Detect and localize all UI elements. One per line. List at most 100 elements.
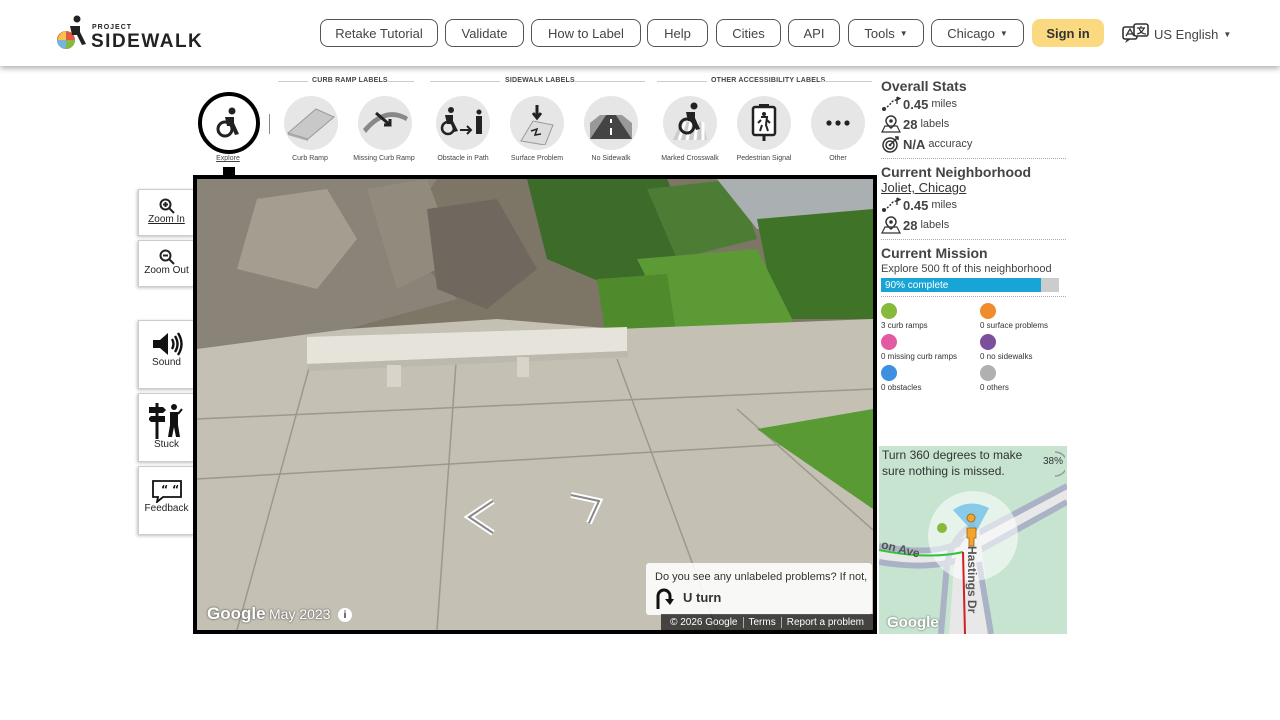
category-curb-ramp: CURB RAMP LABELS (312, 77, 388, 84)
tool-marked-crosswalk-label: Marked Crosswalk (661, 155, 719, 162)
tool-curb-ramp[interactable] (284, 96, 338, 150)
sign-in-button[interactable]: Sign in (1032, 19, 1104, 47)
logo-small-text: PROJECT (92, 24, 133, 31)
tool-marked-crosswalk[interactable] (663, 96, 717, 150)
tool-no-sidewalk[interactable] (584, 96, 638, 150)
minimap-prompt: Turn 360 degrees to make sure nothing is… (882, 448, 1023, 478)
sound-button[interactable]: Sound (138, 320, 194, 389)
help-button[interactable]: Help (647, 19, 708, 47)
divider (881, 158, 1066, 159)
mission-progress-fill: 90% complete (881, 278, 1042, 292)
label-count-text: 0 no sidewalks (980, 352, 1033, 361)
divider (278, 81, 308, 82)
miles-unit: miles (931, 199, 957, 211)
labels-unit: labels (920, 118, 950, 130)
label-count-text: 0 obstacles (881, 383, 922, 392)
speech-bubble-icon: “ “ (151, 480, 182, 503)
label-type-icon (881, 334, 897, 350)
map-pin-icon (881, 216, 901, 234)
tool-missing-curb-ramp-label: Missing Curb Ramp (353, 155, 415, 162)
top-navbar: PROJECT SIDEWALK Retake Tutorial Validat… (0, 0, 1280, 66)
tool-other[interactable] (811, 96, 865, 150)
zoom-in-button[interactable]: Zoom In (138, 189, 194, 236)
overall-labels-row: 28 labels (881, 114, 1066, 134)
minimap-google-watermark: Google (887, 614, 939, 631)
caret-down-icon: ▼ (999, 28, 1008, 38)
minimap-percent: 38% (1042, 456, 1063, 467)
street-view-panorama[interactable]: Do you see any unlabeled problems? If no… (193, 175, 877, 634)
surface-problem-icon (520, 105, 554, 145)
zoom-out-button[interactable]: Zoom Out (138, 240, 194, 287)
how-to-label-button[interactable]: How to Label (531, 19, 641, 47)
more-icon (826, 120, 850, 126)
overall-labels-value: 28 (903, 116, 918, 132)
tool-missing-curb-ramp[interactable] (358, 96, 412, 150)
label-count-text: 3 curb ramps (881, 321, 928, 330)
mission-progress-bar: 90% complete (881, 278, 1059, 292)
minimap[interactable]: Turn 360 degrees to make sure nothing is… (879, 446, 1067, 634)
language-label: US English (1154, 26, 1219, 42)
city-dropdown[interactable]: Chicago ▼ (931, 19, 1024, 47)
retake-tutorial-label: Retake Tutorial (335, 25, 423, 41)
label-count-item: 0 missing curb ramps (881, 334, 980, 361)
validate-label: Validate (461, 25, 508, 41)
zoom-out-icon (159, 249, 175, 265)
tool-curb-ramp-label: Curb Ramp (292, 155, 328, 162)
tool-obstacle-label: Obstacle in Path (437, 155, 489, 162)
u-turn-icon (656, 588, 674, 609)
label-count-item: 0 no sidewalks (980, 334, 1066, 361)
divider (881, 296, 1066, 297)
current-neighborhood-title: Current Neighborhood (881, 164, 1032, 180)
google-watermark: Google (207, 604, 266, 623)
help-label: Help (664, 25, 691, 41)
street-label-hastings: Hastings Dr (965, 546, 979, 614)
terms-link[interactable]: Terms (744, 616, 782, 628)
category-other: OTHER ACCESSIBILITY LABELS (711, 77, 826, 84)
mission-progress-text: 90% complete (885, 279, 949, 291)
info-icon[interactable]: i (338, 608, 352, 622)
pano-footer: © 2026 Google Terms Report a problem (661, 614, 873, 630)
tool-explore-label: Explore (216, 155, 240, 162)
label-count-item: 0 surface problems (980, 303, 1066, 330)
stuck-button[interactable]: Stuck (138, 393, 194, 462)
tool-surface-problem[interactable] (510, 96, 564, 150)
sound-label: Sound (152, 357, 181, 368)
divider (657, 81, 707, 82)
tool-no-sidewalk-label: No Sidewalk (591, 155, 631, 162)
neighborhood-labels-value: 28 (903, 217, 918, 233)
label-type-icon (881, 365, 897, 381)
nav-arrow-right-icon[interactable] (567, 487, 607, 527)
tool-pedestrian-signal[interactable] (737, 96, 791, 150)
label-type-icon (980, 303, 996, 319)
nav-arrow-left-icon[interactable] (463, 497, 499, 537)
missing-curb-ramp-icon (363, 111, 408, 133)
validate-button[interactable]: Validate (445, 19, 524, 47)
language-dropdown[interactable]: US English ▼ (1122, 22, 1231, 46)
retake-tutorial-button[interactable]: Retake Tutorial (320, 19, 438, 47)
miles-unit: miles (931, 98, 957, 110)
feedback-label: Feedback (144, 503, 189, 514)
label-counts-grid: 3 curb ramps 0 surface problems 0 missing … (881, 303, 1066, 392)
tools-dropdown[interactable]: Tools ▼ (848, 19, 924, 47)
labels-unit: labels (920, 219, 950, 231)
label-type-icon (881, 303, 897, 319)
label-count-item: 3 curb ramps (881, 303, 980, 330)
u-turn-prompt[interactable]: Do you see any unlabeled problems? If no… (646, 563, 872, 615)
report-problem-link[interactable]: Report a problem (782, 617, 869, 628)
api-button[interactable]: API (788, 19, 840, 47)
stats-panel: Overall Stats 0.45 miles 28 labels N/A accu… (881, 78, 1066, 392)
overall-miles-value: 0.45 (903, 96, 929, 112)
obstacle-icon (440, 107, 482, 136)
logo-text: SIDEWALK (91, 31, 204, 52)
target-icon (882, 136, 899, 153)
zoom-in-label: Zoom In (148, 214, 185, 225)
project-sidewalk-logo[interactable]: PROJECT SIDEWALK (56, 14, 206, 54)
cities-button[interactable]: Cities (716, 19, 781, 47)
feedback-button[interactable]: “ “ Feedback (138, 466, 194, 535)
speaker-icon (152, 332, 183, 356)
tool-explore[interactable] (198, 92, 260, 154)
neighborhood-link[interactable]: Joliet, Chicago (881, 180, 1066, 195)
mission-description: Explore 500 ft of this neighborhood (881, 263, 1052, 275)
tool-obstacle[interactable] (436, 96, 490, 150)
tool-other-label: Other (829, 155, 847, 162)
